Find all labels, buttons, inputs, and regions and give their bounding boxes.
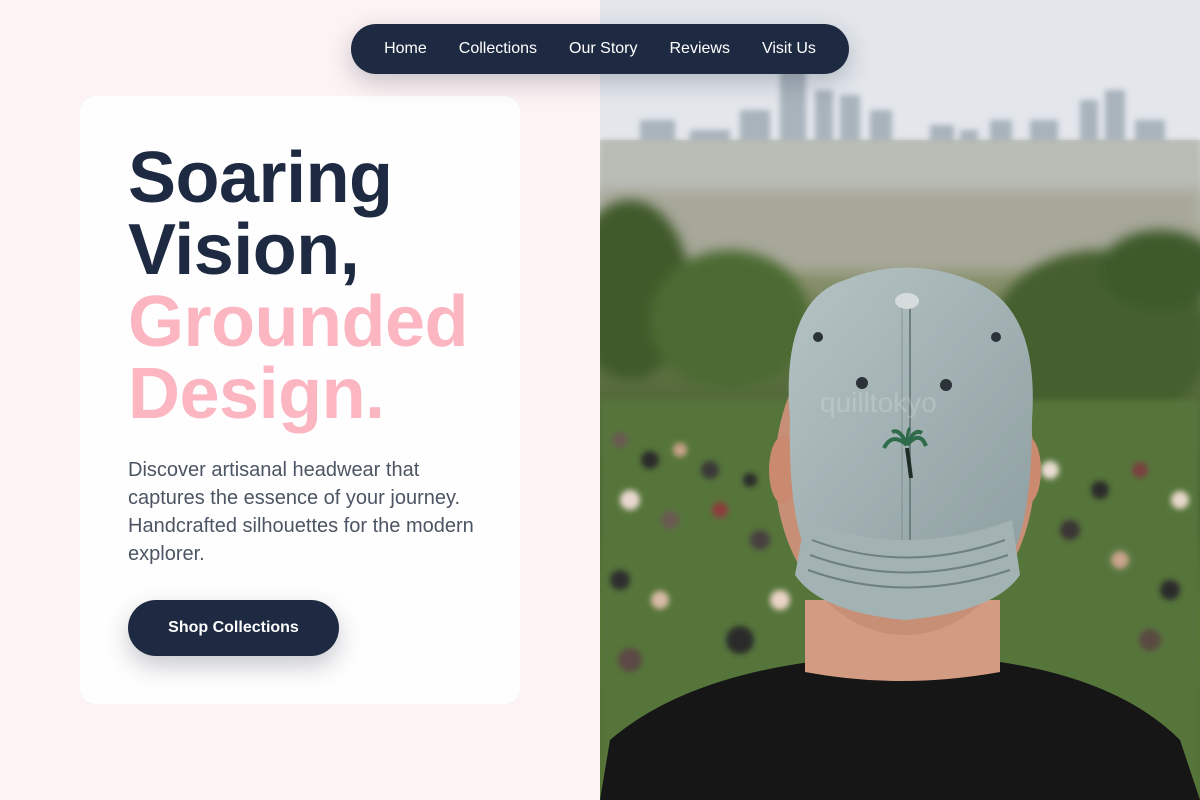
main-navigation: Home Collections Our Story Reviews Visit… <box>351 24 849 74</box>
shop-collections-button[interactable]: Shop Collections <box>128 600 339 656</box>
nav-item-reviews[interactable]: Reviews <box>670 40 730 58</box>
nav-item-home[interactable]: Home <box>384 40 427 58</box>
cap-watermark: quilltokyo <box>820 387 937 418</box>
headline-line-4: Design. <box>128 354 385 434</box>
headline-line-1: Soaring <box>128 138 393 218</box>
hero-description: Discover artisanal headwear that capture… <box>128 459 474 565</box>
nav-item-our-story[interactable]: Our Story <box>569 40 637 58</box>
hero-photo: quilltokyo <box>600 0 1200 800</box>
nav-item-visit-us[interactable]: Visit Us <box>762 40 816 58</box>
nav-item-collections[interactable]: Collections <box>459 40 537 58</box>
hero-photo-illustration: quilltokyo <box>600 0 1200 800</box>
headline-line-2: Vision, <box>128 210 360 290</box>
hero-headline: Soaring Vision, Grounded Design. <box>128 142 508 430</box>
headline-line-3: Grounded <box>128 282 468 362</box>
